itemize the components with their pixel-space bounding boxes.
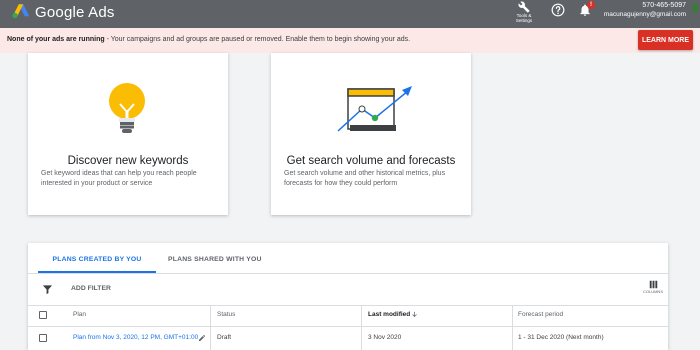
brand-name: Google Ads	[35, 4, 115, 21]
columns-label: COLUMNS	[642, 289, 663, 294]
discover-keywords-card[interactable]: Discover new keywords Get keyword ideas …	[28, 53, 228, 215]
help-icon[interactable]	[551, 3, 565, 17]
pencil-edit-icon[interactable]	[198, 334, 206, 342]
plan-name-link[interactable]: Plan from Nov 3, 2020, 12 PM, GMT+01:00	[73, 334, 198, 341]
card-title: Get search volume and forecasts	[286, 155, 456, 167]
plan-status: Draft	[217, 334, 232, 341]
leaf-icon	[692, 2, 698, 14]
columns-button[interactable]: COLUMNS	[639, 280, 667, 294]
google-ads-logo[interactable]	[12, 3, 30, 19]
column-header-forecast-period[interactable]: Forecast period	[518, 311, 563, 318]
plan-forecast-period: 1 - 31 Dec 2020 (Next month)	[518, 334, 604, 341]
trend-chart-icon	[337, 86, 412, 132]
filter-icon[interactable]	[42, 284, 53, 295]
column-divider	[512, 305, 513, 350]
search-volume-card[interactable]: Get search volume and forecasts Get sear…	[271, 53, 471, 215]
top-bar: Google Ads Tools & Settings ! 570-465-50…	[0, 0, 700, 28]
notification-badge: !	[587, 1, 595, 9]
card-title: Discover new keywords	[67, 155, 189, 167]
plans-panel: PLANS CREATED BY YOU PLANS SHARED WITH Y…	[28, 243, 668, 350]
column-header-plan[interactable]: Plan	[73, 311, 86, 318]
row-checkbox[interactable]	[39, 334, 47, 342]
column-header-status[interactable]: Status	[217, 311, 235, 318]
divider	[28, 305, 668, 306]
add-filter-button[interactable]: ADD FILTER	[71, 285, 111, 292]
tools-settings-button[interactable]: Tools & Settings	[509, 0, 539, 28]
column-divider	[361, 305, 362, 350]
alert-detail-text: - Your campaigns and ad groups are pause…	[104, 36, 411, 43]
tools-label-line2: Settings	[515, 18, 533, 23]
card-description: Get search volume and other historical m…	[284, 170, 446, 187]
sort-arrow-down-icon[interactable]	[411, 311, 418, 318]
alert-message: None of your ads are running - Your camp…	[7, 36, 410, 43]
columns-icon	[649, 280, 657, 289]
lightbulb-icon	[109, 83, 145, 133]
learn-more-button[interactable]: LEARN MORE	[638, 30, 693, 50]
tab-plans-shared-with-you[interactable]: PLANS SHARED WITH YOU	[168, 256, 262, 263]
alert-banner: None of your ads are running - Your camp…	[0, 28, 700, 53]
wrench-icon	[518, 1, 530, 13]
select-all-checkbox[interactable]	[39, 311, 47, 319]
account-email[interactable]: macunagujenny@gmail.com	[604, 11, 686, 18]
tab-plans-created-by-you[interactable]: PLANS CREATED BY YOU	[38, 256, 156, 263]
plan-last-modified: 3 Nov 2020	[368, 334, 402, 341]
column-header-last-modified[interactable]: Last modified	[368, 311, 410, 318]
divider	[28, 273, 668, 274]
alert-bold-text: None of your ads are running	[7, 36, 105, 43]
divider	[28, 326, 668, 327]
column-divider	[210, 305, 211, 350]
account-phone: 570-465-5097	[642, 2, 686, 9]
card-description: Get keyword ideas that can help you reac…	[41, 170, 197, 187]
